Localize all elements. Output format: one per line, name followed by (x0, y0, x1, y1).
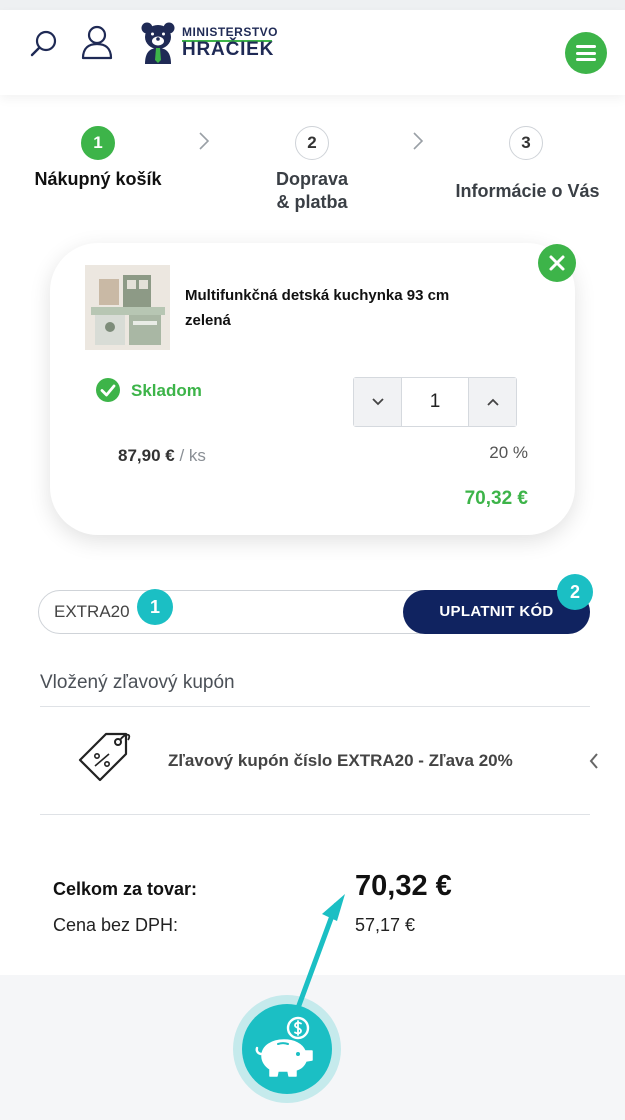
net-price-label: Cena bez DPH: (53, 915, 179, 935)
applied-coupon-heading: Vložený zľavový kupón (40, 672, 235, 693)
product-name[interactable]: Multifunkčná detská kuchynka 93 cm zelen… (185, 283, 505, 333)
step-2-circle[interactable]: 2 (295, 126, 329, 160)
chevron-down-icon (372, 398, 384, 406)
chevron-left-icon[interactable] (588, 752, 600, 770)
applied-coupon-text: Zľavový kupón číslo EXTRA20 - Zľava 20% (168, 751, 513, 770)
step-3-label[interactable]: Informácie o Vás (440, 180, 615, 203)
chevron-right-icon (199, 132, 210, 150)
step-3-circle[interactable]: 3 (509, 126, 543, 160)
applied-coupon-item[interactable]: Zľavový kupón číslo EXTRA20 - Zľava 20% (40, 720, 610, 800)
quantity-decrease-button[interactable] (354, 378, 402, 426)
site-logo[interactable]: MINISTERSTVO HRAČIEK (140, 20, 290, 64)
piggy-bank-badge (242, 1004, 332, 1094)
total-label: Celkom za tovar: (53, 879, 198, 899)
unit-price-suffix: / ks (179, 446, 206, 465)
chevron-up-icon (487, 398, 499, 406)
hamburger-line (576, 58, 596, 61)
total-value: 70,32 € (355, 870, 452, 902)
quantity-increase-button[interactable] (468, 378, 516, 426)
step-1-label[interactable]: Nákupný košík (20, 168, 176, 191)
chevron-right-icon (413, 132, 424, 150)
step-1-circle[interactable]: 1 (81, 126, 115, 160)
net-price-value: 57,17 € (355, 915, 416, 935)
check-circle-icon (96, 378, 120, 402)
user-icon[interactable] (80, 24, 114, 60)
product-name-line1: Multifunkčná detská kuchynka 93 cm (185, 287, 450, 304)
unit-price: 87,90 € / ks (118, 446, 206, 466)
close-icon (549, 255, 565, 271)
bear-logo-icon (141, 22, 175, 64)
stock-label: Skladom (131, 381, 202, 400)
product-name-line2: zelená (185, 312, 231, 329)
annotation-marker-2: 2 (557, 574, 593, 610)
unit-price-value: 87,90 € (118, 446, 175, 465)
top-strip (0, 0, 625, 10)
annotation-marker-1: 1 (137, 589, 173, 625)
logo-text-bottom: HRAČIEK (182, 39, 275, 60)
remove-item-button[interactable] (538, 244, 576, 282)
step-2-label-line1: Doprava (275, 169, 349, 189)
quantity-stepper: 1 (353, 377, 517, 427)
site-header: MINISTERSTVO HRAČIEK (0, 10, 625, 95)
divider (40, 706, 590, 707)
hamburger-line (576, 45, 596, 48)
logo-text-top: MINISTERSTVO (182, 25, 279, 39)
quantity-value[interactable]: 1 (402, 378, 468, 426)
hamburger-line (576, 51, 596, 55)
step-2-label[interactable]: Doprava & platba (252, 168, 372, 214)
menu-button[interactable] (565, 32, 607, 74)
piggy-bank-dollar-icon (255, 1016, 313, 1077)
discount-percent: 20 % (489, 443, 528, 462)
kitchen-toy-image-icon (85, 265, 170, 350)
item-final-price: 70,32 € (464, 488, 528, 509)
divider (40, 814, 590, 815)
step-2-label-line2: & platba (276, 192, 348, 212)
product-image[interactable] (85, 265, 170, 350)
discount-tag-icon (78, 732, 131, 782)
search-icon[interactable] (28, 28, 60, 60)
